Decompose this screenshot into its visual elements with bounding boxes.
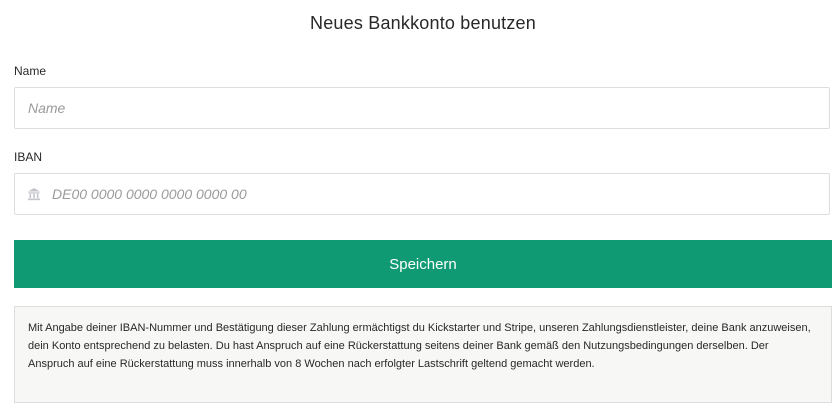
bank-icon: [28, 188, 40, 201]
iban-input[interactable]: [15, 174, 829, 214]
sepa-mandate-notice: Mit Angabe deiner IBAN-Nummer und Bestät…: [14, 306, 832, 403]
page-title: Neues Bankkonto benutzen: [310, 13, 536, 33]
name-field[interactable]: [14, 87, 830, 129]
iban-label: IBAN: [14, 150, 43, 164]
save-button[interactable]: Speichern: [14, 240, 832, 288]
iban-field[interactable]: [14, 173, 830, 215]
name-input[interactable]: [15, 88, 829, 128]
name-label: Name: [14, 64, 47, 78]
sepa-mandate-text: Mit Angabe deiner IBAN-Nummer und Bestät…: [28, 322, 811, 370]
new-bank-account-form: Neues Bankkonto benutzen Name IBAN Speic…: [0, 0, 840, 419]
